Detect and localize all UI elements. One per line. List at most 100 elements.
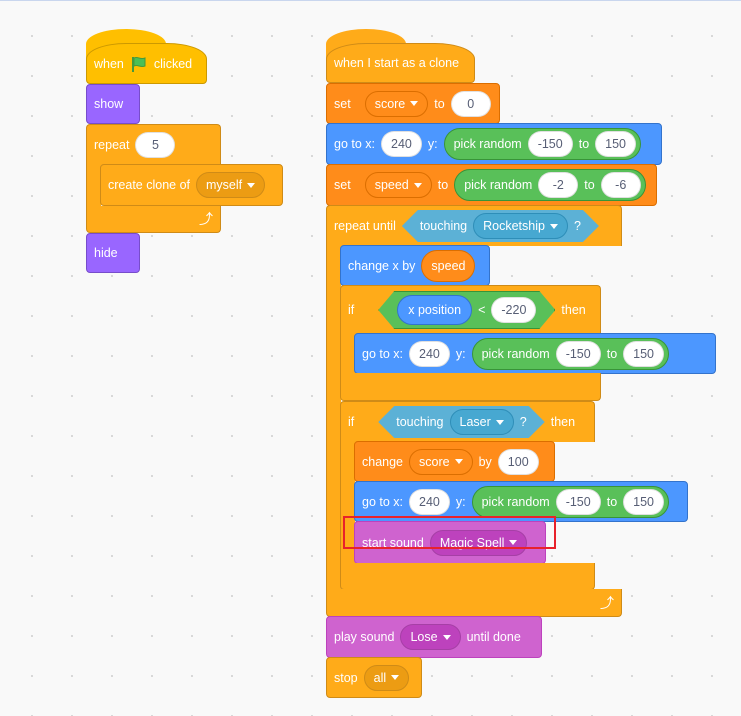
min-input[interactable]: -150	[555, 488, 601, 515]
set-speed-block[interactable]: set speed to pick random -2 to -6	[326, 164, 657, 206]
x-input[interactable]: 240	[409, 488, 450, 515]
play-sound-until-done-block[interactable]: play sound Lose until done	[326, 616, 542, 658]
create-clone-block[interactable]: create clone of myself	[100, 164, 283, 206]
change-x-block[interactable]: change x by speed	[340, 245, 490, 286]
change-score-block[interactable]: change score by 100	[354, 441, 555, 482]
min-input[interactable]: -150	[555, 340, 601, 367]
hide-block[interactable]: hide	[86, 233, 140, 273]
if-bottom	[340, 373, 601, 401]
if-x-position-block[interactable]: if x position < -220 then	[340, 285, 601, 334]
block-label: change	[362, 454, 404, 469]
if-touching-laser-block[interactable]: if touching Laser? then	[340, 401, 595, 442]
min-input[interactable]: -2	[538, 172, 579, 198]
block-label: to	[578, 137, 590, 151]
block-label: to	[606, 494, 618, 509]
block-label: go to x:	[334, 137, 375, 151]
code-workspace[interactable]: when clicked show repeat 5 create clone …	[0, 0, 741, 716]
block-label: to	[437, 178, 449, 192]
stop-option-dropdown[interactable]: all	[363, 664, 410, 691]
max-input[interactable]: 150	[595, 131, 637, 157]
when-start-as-clone-block[interactable]: when I start as a clone	[326, 43, 475, 83]
block-label: y:	[427, 137, 438, 151]
pick-random-reporter[interactable]: pick random -2 to -6	[454, 169, 646, 201]
block-label: repeat	[94, 138, 130, 152]
block-label: change x by	[348, 258, 416, 273]
repeat-count-input[interactable]: 5	[135, 132, 176, 158]
block-label: play sound	[334, 630, 395, 644]
touching-condition[interactable]: touching Laser?	[378, 406, 545, 438]
max-input[interactable]: 150	[623, 340, 665, 367]
block-label: set	[334, 96, 351, 111]
block-label: pick random	[453, 137, 522, 151]
speed-variable-reporter[interactable]: speed	[421, 249, 476, 282]
go-to-xy-block[interactable]: go to x: 240 y: pick random -150 to 150	[326, 123, 662, 165]
block-label: touching	[396, 415, 444, 429]
block-label: create clone of	[108, 178, 190, 192]
block-label: pick random	[464, 178, 533, 192]
less-than-operator[interactable]: x position < -220	[378, 291, 555, 329]
go-to-xy-block[interactable]: go to x: 240 y: pick random -150 to 150	[354, 333, 716, 374]
block-label: touching	[419, 219, 468, 233]
block-label: to	[434, 96, 445, 111]
set-score-block[interactable]: set score to 0	[326, 83, 500, 124]
block-label: to	[584, 178, 595, 192]
loop-arrow-icon: ⤴	[600, 594, 614, 611]
min-input[interactable]: -150	[527, 131, 573, 157]
pick-random-reporter[interactable]: pick random -150 to 150	[443, 128, 642, 160]
repeat-until-spine	[326, 245, 341, 590]
variable-dropdown[interactable]: score	[409, 448, 473, 475]
stop-block[interactable]: stop all	[326, 657, 422, 698]
block-label: if	[348, 303, 355, 317]
repeat-until-bottom: ⤴	[326, 589, 622, 617]
block-label: by	[478, 454, 492, 469]
touching-target-dropdown[interactable]: Laser	[450, 409, 514, 435]
block-label: ?	[519, 415, 527, 429]
block-label: when	[94, 56, 124, 71]
clone-target-dropdown[interactable]: myself	[196, 172, 266, 198]
repeat-bottom: ⤴	[86, 206, 221, 233]
block-label: go to x:	[362, 346, 403, 361]
block-label: hide	[94, 246, 118, 260]
value-input[interactable]: 100	[497, 448, 539, 475]
touching-target-dropdown[interactable]: Rocketship	[473, 213, 568, 239]
if-spine	[340, 333, 355, 374]
max-input[interactable]: 150	[623, 488, 665, 515]
variable-dropdown[interactable]: score	[364, 90, 429, 117]
block-label: clicked	[153, 56, 193, 71]
block-label: then	[561, 303, 586, 317]
repeat-until-block[interactable]: repeat until touching Rocketship?	[326, 205, 622, 246]
repeat-spine	[86, 164, 101, 206]
x-input[interactable]: 240	[409, 340, 450, 367]
block-label: go to x:	[362, 494, 403, 509]
green-flag-icon	[131, 56, 146, 72]
block-label: <	[478, 303, 486, 317]
compare-value-input[interactable]: -220	[491, 297, 536, 323]
pick-random-reporter[interactable]: pick random -150 to 150	[471, 485, 670, 518]
block-label: ?	[573, 219, 581, 233]
variable-dropdown[interactable]: speed	[364, 172, 432, 198]
touching-condition[interactable]: touching Rocketship?	[402, 210, 599, 242]
block-label: if	[348, 415, 355, 429]
block-label: to	[606, 346, 618, 361]
highlight-box	[343, 516, 556, 549]
repeat-block[interactable]: repeat 5	[86, 124, 221, 165]
block-label: y:	[455, 346, 466, 361]
block-label: set	[334, 178, 351, 192]
x-position-reporter[interactable]: x position	[397, 295, 472, 325]
value-input[interactable]: 0	[450, 90, 491, 117]
block-label: y:	[455, 494, 466, 509]
block-label: pick random	[481, 346, 550, 361]
show-block[interactable]: show	[86, 84, 140, 124]
block-label: then	[550, 415, 576, 429]
sound-dropdown[interactable]: Lose	[400, 624, 461, 650]
loop-arrow-icon: ⤴	[199, 211, 213, 227]
x-input[interactable]: 240	[381, 131, 422, 157]
if-bottom	[340, 563, 595, 590]
block-label: repeat until	[334, 219, 396, 233]
max-input[interactable]: -6	[600, 172, 641, 198]
block-label: pick random	[481, 494, 550, 509]
block-label: until done	[466, 630, 521, 644]
pick-random-reporter[interactable]: pick random -150 to 150	[471, 337, 670, 370]
when-flag-clicked-block[interactable]: when clicked	[86, 43, 207, 84]
block-label: when I start as a clone	[334, 56, 460, 70]
